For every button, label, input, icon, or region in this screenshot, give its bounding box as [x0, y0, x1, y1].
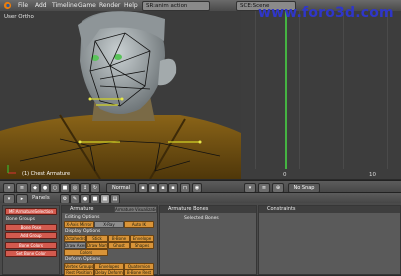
- draw-names-button[interactable]: Draw Names: [86, 242, 108, 249]
- constraints-panel-header[interactable]: Constraints: [259, 206, 400, 213]
- bone-groups-label: Bone Groups: [6, 217, 35, 222]
- character-model[interactable]: [0, 11, 241, 179]
- envelope-button[interactable]: Envelope: [130, 235, 154, 242]
- 3d-viewport[interactable]: User Ortho (1) Chest Armature: [0, 11, 241, 179]
- grid-line: [255, 11, 256, 169]
- b-bone-button[interactable]: B-Bone: [108, 235, 130, 242]
- x-ray-button[interactable]: X-Ray: [94, 221, 124, 228]
- link-materials-panel: MF:ArmatureSelection Bone Groups Bone Po…: [2, 205, 60, 275]
- set-bone-color-button[interactable]: Set Bone Color: [5, 250, 57, 257]
- panels-menu[interactable]: Panels: [32, 195, 50, 201]
- editing-options-label: Editing Options: [65, 215, 100, 220]
- menu-game[interactable]: Game: [78, 2, 96, 9]
- armature-panel: Armature Armature Visualizations Editing…: [61, 205, 158, 276]
- octahedron-button[interactable]: Octahedron: [64, 235, 86, 242]
- menu-timeline[interactable]: Timeline: [52, 2, 78, 9]
- menu-file[interactable]: File: [18, 2, 28, 9]
- view-label: User Ortho: [4, 14, 34, 20]
- buttons-header-bar: ▾ ▸ Panels ⚙ ✎ ● ■ ▦ ▤: [0, 192, 401, 204]
- add-group-button[interactable]: Add Group: [5, 232, 57, 239]
- watermark: www.foro3d.com: [258, 5, 394, 21]
- shapes-button[interactable]: Shapes: [130, 242, 154, 249]
- menu-help[interactable]: Help: [124, 2, 138, 9]
- current-frame-cursor[interactable]: [285, 11, 287, 169]
- stick-button[interactable]: Stick: [86, 235, 108, 242]
- armature-name-field[interactable]: MF:ArmatureSelection: [5, 208, 57, 215]
- screen-selector[interactable]: SR:anim action: [142, 1, 210, 11]
- bone-colors-field[interactable]: Bone Colors: [5, 242, 57, 249]
- grid-line: [387, 11, 388, 169]
- selected-bones-label: Selected Bones: [184, 216, 219, 221]
- armature-visualizations-tab[interactable]: Armature Visualizations: [114, 206, 157, 213]
- active-object-status: (1) Chest Armature: [22, 171, 71, 177]
- menu-add[interactable]: Add: [35, 2, 47, 9]
- constraints-panel: Constraints: [258, 205, 401, 275]
- deform-options-label: Deform Options: [65, 257, 101, 262]
- ghost-button[interactable]: Ghost: [108, 242, 130, 249]
- grid-line: [299, 11, 300, 169]
- tick-label: 0: [283, 172, 287, 178]
- tick-label: 10: [369, 172, 376, 178]
- axis-gizmo-icon: [7, 165, 16, 174]
- blender-logo-icon[interactable]: [3, 1, 12, 10]
- colors-button[interactable]: Colors: [64, 249, 108, 256]
- armature-bones-panel: Armature Bones Selected Bones: [159, 205, 257, 275]
- menu-render[interactable]: Render: [99, 2, 120, 9]
- grid-line: [343, 11, 344, 169]
- auto-ik-button[interactable]: Auto IK: [124, 221, 154, 228]
- x-axis-mirror-button[interactable]: X-Axis Mirror: [64, 221, 94, 228]
- display-options-label: Display Options: [65, 229, 101, 234]
- bone-pose-field[interactable]: Bone Pose: [5, 224, 57, 231]
- buttons-window: MF:ArmatureSelection Bone Groups Bone Po…: [0, 203, 401, 276]
- draw-axes-button[interactable]: Draw Axes: [64, 242, 86, 249]
- armature-bones-panel-header[interactable]: Armature Bones: [160, 206, 256, 213]
- timeline-editor[interactable]: 0 10: [241, 11, 401, 179]
